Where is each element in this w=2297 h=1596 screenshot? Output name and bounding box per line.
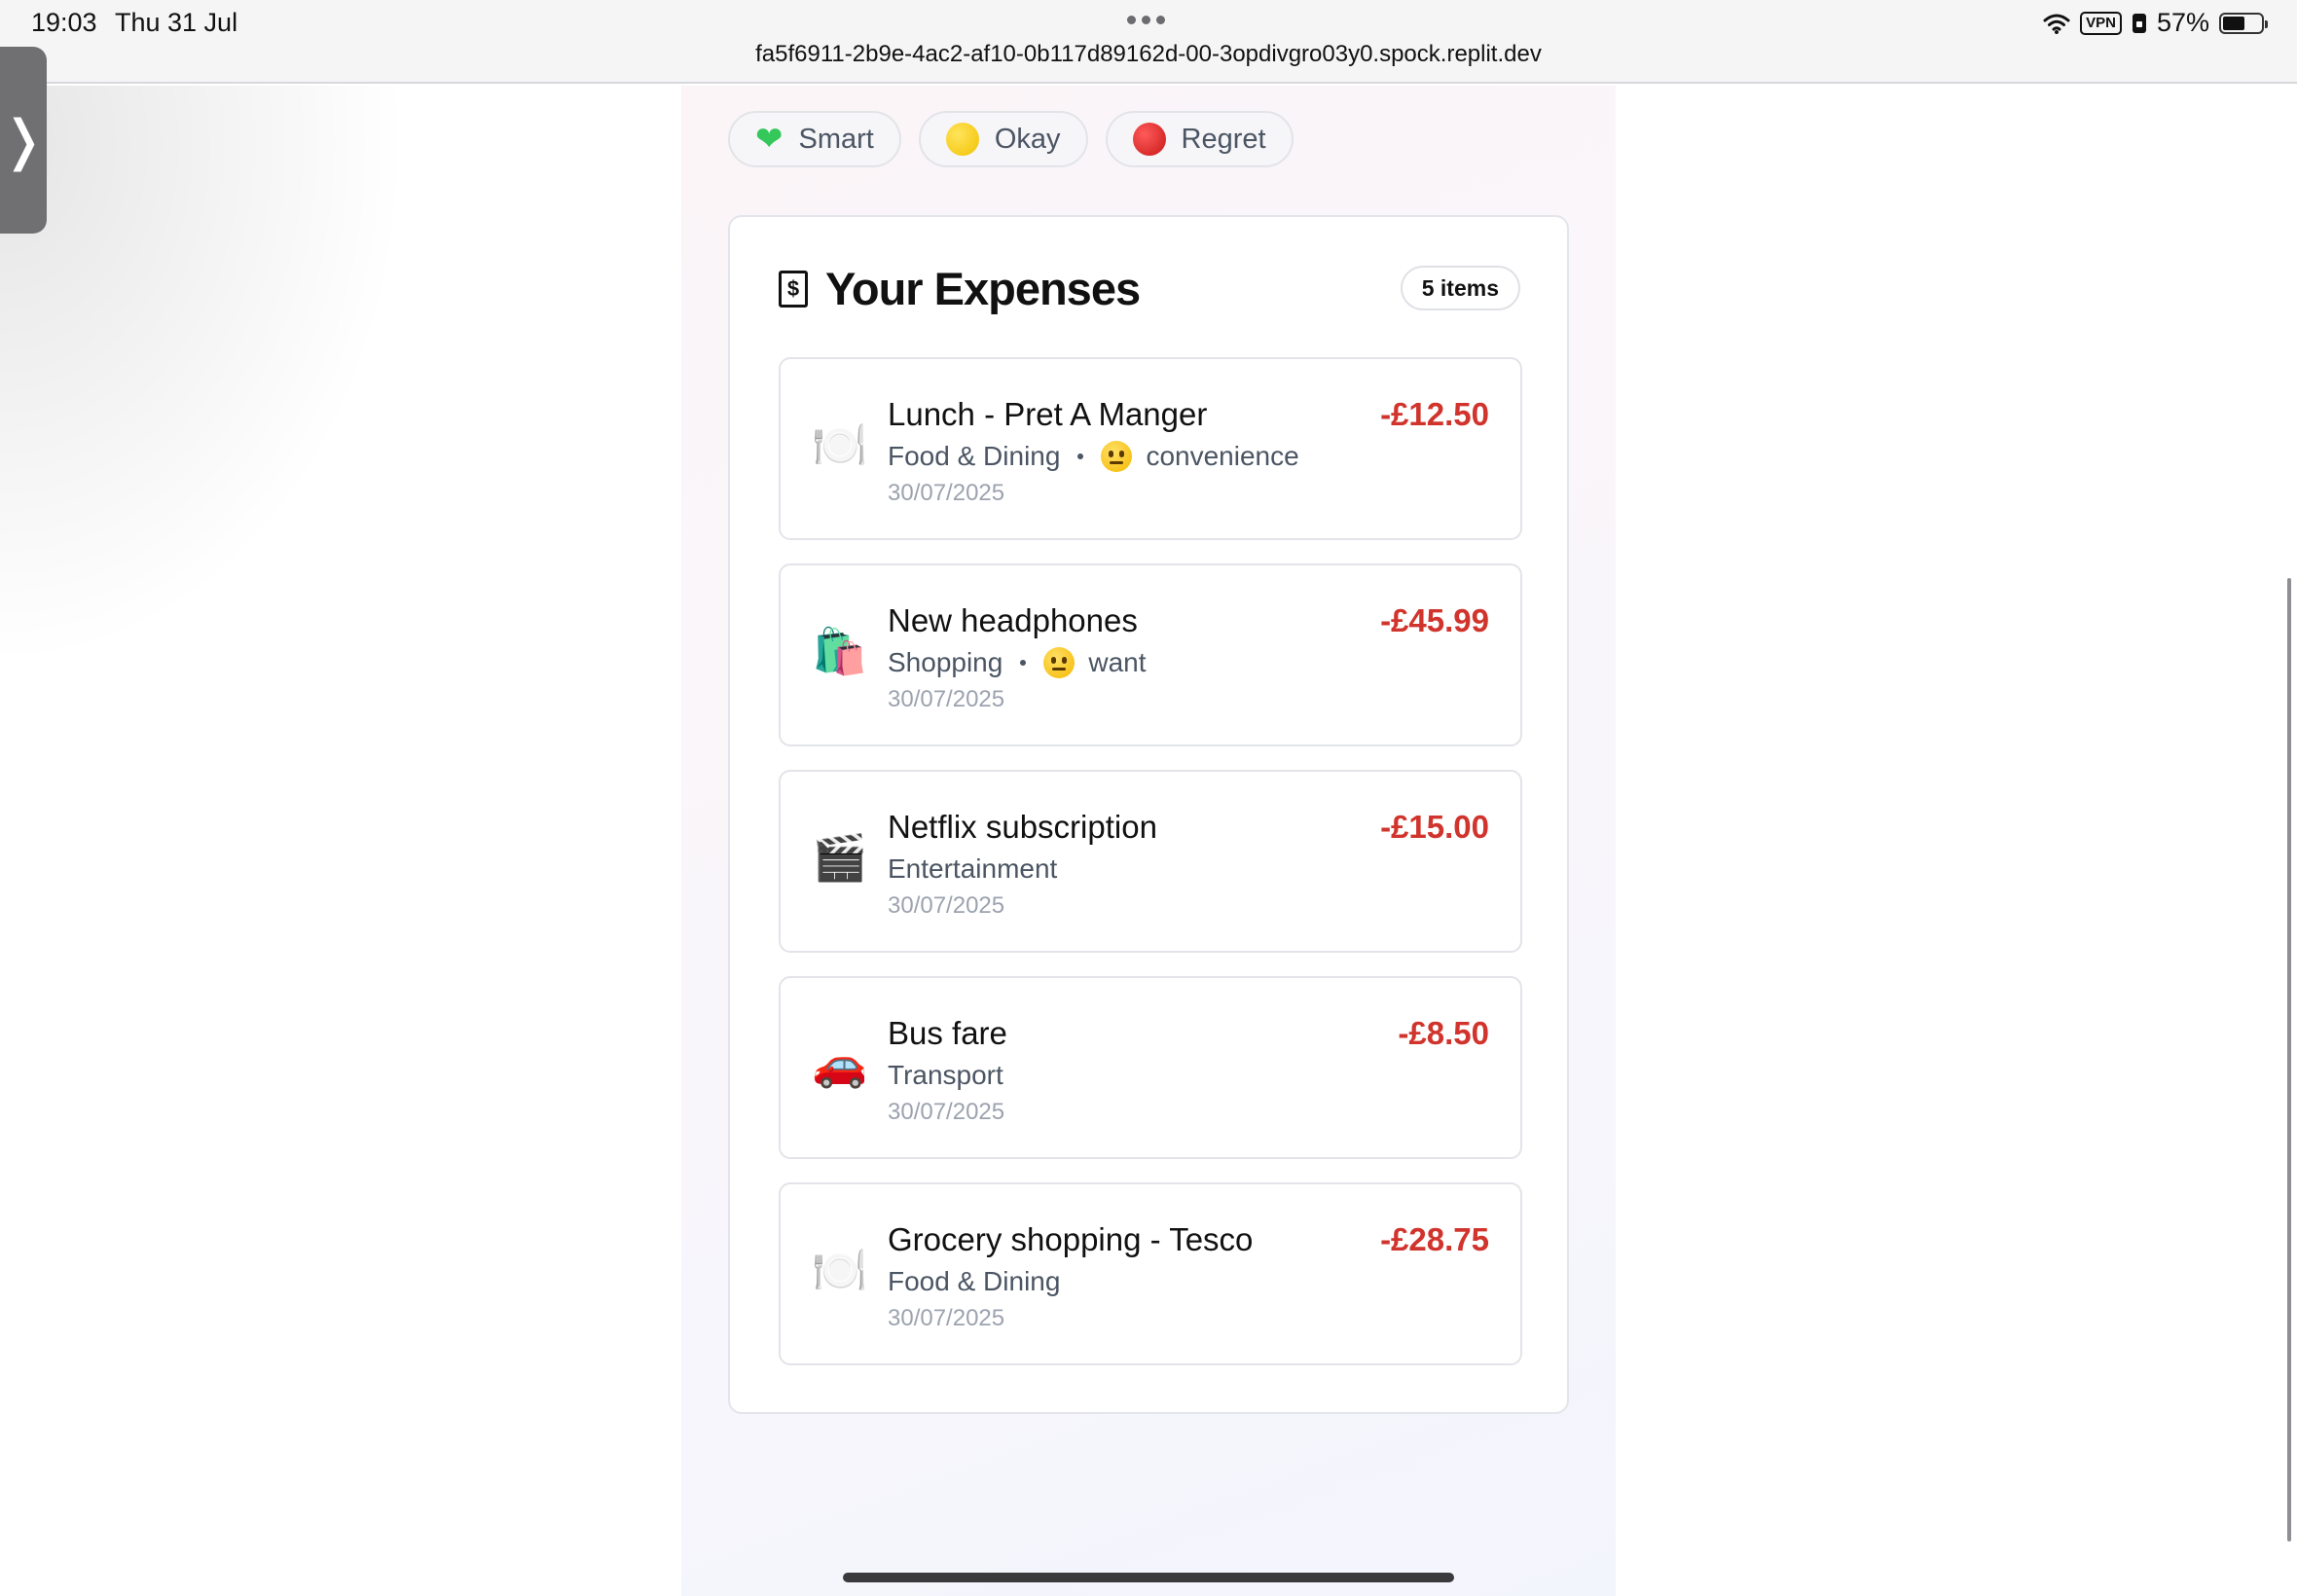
expenses-card: $ Your Expenses 5 items 🍽️ Lunch - Pret …	[728, 215, 1569, 1414]
filter-label: Okay	[994, 123, 1061, 155]
neutral-face-icon	[1101, 441, 1133, 472]
background-shade	[0, 86, 409, 670]
expense-category: Food & Dining	[888, 441, 1061, 471]
item-count-badge: 5 items	[1400, 266, 1520, 310]
expense-title: Grocery shopping - Tesco	[888, 1221, 1254, 1257]
neutral-face-icon	[1043, 647, 1076, 678]
status-date: Thu 31 Jul	[115, 8, 238, 37]
expense-meta: Entertainment	[888, 853, 1057, 885]
expense-amount: -£15.00	[1380, 809, 1489, 845]
status-indicators: VPN 57%	[2043, 8, 2268, 38]
receipt-icon: $	[779, 270, 808, 308]
expense-date: 30/07/2025	[888, 892, 1005, 919]
expense-amount: -£8.50	[1398, 1015, 1489, 1051]
expense-meta: Transport	[888, 1060, 1003, 1091]
car-icon: 🚗	[812, 1038, 868, 1089]
expense-amount: -£45.99	[1380, 602, 1489, 638]
expense-item[interactable]: 🍽️ Lunch - Pret A Manger Food & Dining c…	[779, 357, 1522, 540]
expense-date: 30/07/2025	[888, 1099, 1005, 1125]
expense-item[interactable]: 🍽️ Grocery shopping - Tesco Food & Dinin…	[779, 1182, 1522, 1365]
expense-title: Lunch - Pret A Manger	[888, 396, 1208, 432]
expense-category: Shopping	[888, 647, 1003, 677]
expense-mood: want	[1088, 647, 1147, 677]
plate-cutlery-icon: 🍽️	[812, 1245, 868, 1295]
filter-smart[interactable]: ❤ Smart	[728, 111, 901, 167]
filter-label: Smart	[798, 123, 874, 155]
card-title: $ Your Expenses	[779, 262, 1141, 315]
filter-regret[interactable]: Regret	[1105, 111, 1294, 167]
separator-dot	[1077, 453, 1084, 459]
red-circle-icon	[1132, 123, 1166, 156]
separator-dot	[1020, 660, 1027, 666]
expense-item[interactable]: 🛍️ New headphones Shopping want 30/07/20…	[779, 563, 1522, 746]
plate-cutlery-icon: 🍽️	[812, 419, 868, 470]
card-title-text: Your Expenses	[825, 263, 1141, 314]
expense-mood: convenience	[1146, 441, 1299, 471]
expense-category: Entertainment	[888, 853, 1058, 884]
expense-amount: -£12.50	[1380, 396, 1489, 432]
filter-label: Regret	[1181, 123, 1266, 155]
address-bar[interactable]: fa5f6911-2b9e-4ac2-af10-0b117d89162d-00-…	[0, 41, 2297, 68]
expense-item[interactable]: 🚗 Bus fare Transport 30/07/2025 -£8.50	[779, 976, 1522, 1159]
shopping-bags-icon: 🛍️	[812, 626, 868, 676]
multitasking-dots-icon[interactable]	[1127, 16, 1165, 24]
home-indicator[interactable]	[843, 1573, 1454, 1582]
expense-date: 30/07/2025	[888, 480, 1005, 506]
expense-item[interactable]: 🎬 Netflix subscription Entertainment 30/…	[779, 770, 1522, 953]
expense-category: Transport	[888, 1060, 1003, 1090]
expense-amount: -£28.75	[1380, 1221, 1489, 1257]
expense-title: Bus fare	[888, 1015, 1007, 1051]
expense-date: 30/07/2025	[888, 686, 1005, 712]
expense-meta: Food & Dining convenience	[888, 441, 1299, 472]
battery-icon	[2219, 12, 2268, 34]
battery-percent: 57%	[2156, 8, 2209, 37]
clapperboard-icon: 🎬	[812, 832, 868, 883]
filter-okay[interactable]: Okay	[918, 111, 1088, 167]
expense-title: New headphones	[888, 602, 1138, 638]
expense-title: Netflix subscription	[888, 809, 1157, 845]
lock-rotation-icon	[2132, 13, 2146, 33]
vpn-badge: VPN	[2080, 11, 2122, 35]
page-scrollbar[interactable]	[2287, 578, 2291, 1542]
wifi-icon	[2043, 14, 2070, 34]
chevron-right-icon: ❭	[0, 109, 47, 170]
status-time: 19:03	[31, 8, 97, 37]
expense-meta: Food & Dining	[888, 1266, 1060, 1297]
rating-filters: ❤ Smart Okay Regret	[728, 111, 1294, 167]
expense-category: Food & Dining	[888, 1266, 1061, 1296]
green-heart-icon: ❤	[755, 121, 784, 158]
expense-date: 30/07/2025	[888, 1305, 1005, 1331]
sidebar-toggle-tab[interactable]: ❭	[0, 47, 47, 234]
yellow-circle-icon	[945, 123, 979, 156]
status-bar: 19:03 Thu 31 Jul fa5f6911-2b9e-4ac2-af10…	[0, 0, 2297, 84]
expense-meta: Shopping want	[888, 647, 1147, 678]
